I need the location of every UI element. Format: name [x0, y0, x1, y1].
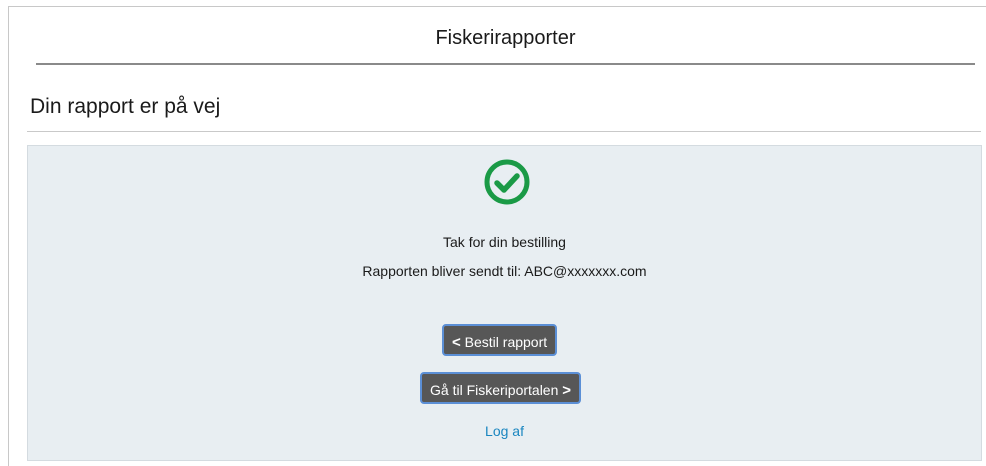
logout-link[interactable]: Log af — [27, 423, 982, 439]
chevron-right-icon: > — [562, 382, 572, 399]
page-title: Din rapport er på vej — [30, 95, 221, 118]
title-divider — [27, 131, 981, 132]
app-header: Fiskerirapporter — [36, 27, 975, 65]
app-title: Fiskerirapporter — [435, 27, 576, 49]
recipient-line: Rapporten bliver sendt til: ABC@xxxxxxx.… — [362, 263, 647, 279]
thanks-message: Tak for din bestilling — [443, 234, 566, 250]
order-report-button[interactable]: < Bestil rapport — [442, 324, 558, 356]
check-circle-icon — [484, 159, 530, 205]
order-report-label: Bestil rapport — [464, 334, 548, 350]
chevron-left-icon: < — [452, 334, 461, 351]
go-to-portal-button[interactable]: Gå til Fiskeriportalen > — [420, 372, 582, 404]
go-to-portal-label: Gå til Fiskeriportalen — [430, 382, 559, 398]
